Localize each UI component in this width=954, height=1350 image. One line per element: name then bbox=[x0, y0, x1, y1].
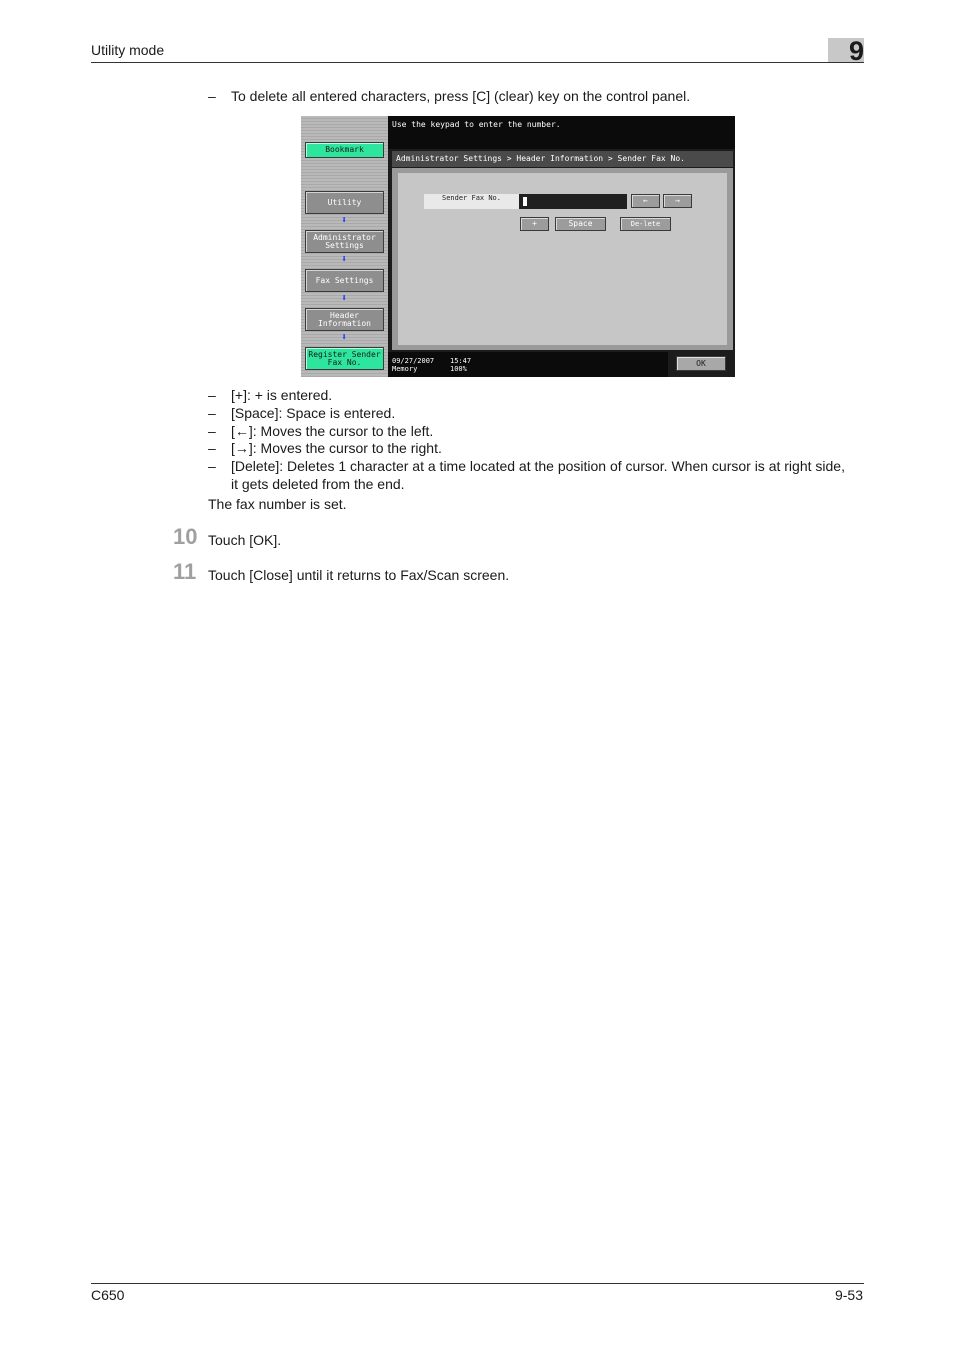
header-divider bbox=[91, 62, 864, 63]
bullet-dash: – bbox=[208, 458, 216, 474]
work-area: Sender Fax No. ← → + Space De-lete bbox=[392, 168, 733, 350]
status-bar: 09/27/2007 15:47 Memory 100% bbox=[388, 352, 668, 377]
sender-fax-input[interactable] bbox=[519, 194, 627, 209]
fax-settings-button[interactable]: Fax Settings bbox=[305, 269, 384, 292]
bullet-left-text: [←]: Moves the cursor to the left. bbox=[231, 423, 434, 439]
header-information-button[interactable]: Header Information bbox=[305, 308, 384, 331]
page-header-title: Utility mode bbox=[91, 42, 165, 58]
step-text: Touch [OK]. bbox=[208, 532, 282, 548]
status-time: 15:47 bbox=[450, 357, 472, 365]
register-sender-fax-button[interactable]: Register Sender Fax No. bbox=[305, 347, 384, 370]
intro-bullet-text: To delete all entered characters, press … bbox=[231, 88, 691, 104]
plus-button[interactable]: + bbox=[520, 217, 549, 231]
bullet-delete-text: [Delete]: Deletes 1 character at a time … bbox=[231, 458, 845, 474]
bookmark-button[interactable]: Bookmark bbox=[305, 142, 384, 158]
bullet-dash: – bbox=[208, 387, 216, 403]
footer-page-number: 9-53 bbox=[834, 1287, 863, 1303]
bullet-dash: – bbox=[208, 440, 216, 456]
step-number: 11 bbox=[173, 559, 197, 584]
footer-model: C650 bbox=[91, 1287, 125, 1303]
cursor-left-button[interactable]: ← bbox=[631, 194, 660, 208]
message-bar: Use the keypad to enter the number. bbox=[388, 116, 735, 149]
status-date: 09/27/2007 bbox=[392, 357, 435, 365]
arrow-down-icon: ⬇ bbox=[340, 332, 348, 343]
memory-label: Memory bbox=[392, 365, 418, 373]
text-cursor bbox=[523, 197, 527, 206]
utility-button[interactable]: Utility bbox=[305, 191, 384, 214]
bullet-dash: – bbox=[208, 423, 216, 439]
administrator-settings-button[interactable]: Administrator Settings bbox=[305, 230, 384, 253]
space-button[interactable]: Space bbox=[555, 217, 606, 231]
control-panel-screenshot: Bookmark Utility ⬇ Administrator Setting… bbox=[301, 116, 735, 377]
arrow-down-icon: ⬇ bbox=[340, 215, 348, 226]
bullet-dash: – bbox=[208, 88, 216, 104]
bullet-dash: – bbox=[208, 405, 216, 421]
input-panel: Sender Fax No. ← → + Space De-lete bbox=[398, 173, 727, 345]
bullet-right-text: [→]: Moves the cursor to the right. bbox=[231, 440, 442, 456]
sender-fax-label: Sender Fax No. bbox=[424, 194, 519, 209]
step-text: Touch [Close] until it returns to Fax/Sc… bbox=[208, 567, 510, 583]
bullet-space-text: [Space]: Space is entered. bbox=[231, 405, 396, 421]
bullet-delete-text-cont: it gets deleted from the end. bbox=[231, 476, 405, 492]
left-nav-panel: Bookmark Utility ⬇ Administrator Setting… bbox=[301, 116, 388, 377]
footer-divider bbox=[91, 1283, 864, 1284]
delete-button[interactable]: De-lete bbox=[620, 217, 671, 231]
arrow-down-icon: ⬇ bbox=[340, 254, 348, 265]
breadcrumb: Administrator Settings > Header Informat… bbox=[392, 151, 733, 167]
result-text: The fax number is set. bbox=[208, 496, 347, 512]
bullet-plus-text: [+]: + is entered. bbox=[231, 387, 333, 403]
arrow-down-icon: ⬇ bbox=[340, 293, 348, 304]
ok-button[interactable]: OK bbox=[676, 356, 726, 371]
cursor-right-button[interactable]: → bbox=[663, 194, 692, 208]
memory-value: 100% bbox=[450, 365, 467, 373]
step-number: 10 bbox=[173, 524, 198, 549]
